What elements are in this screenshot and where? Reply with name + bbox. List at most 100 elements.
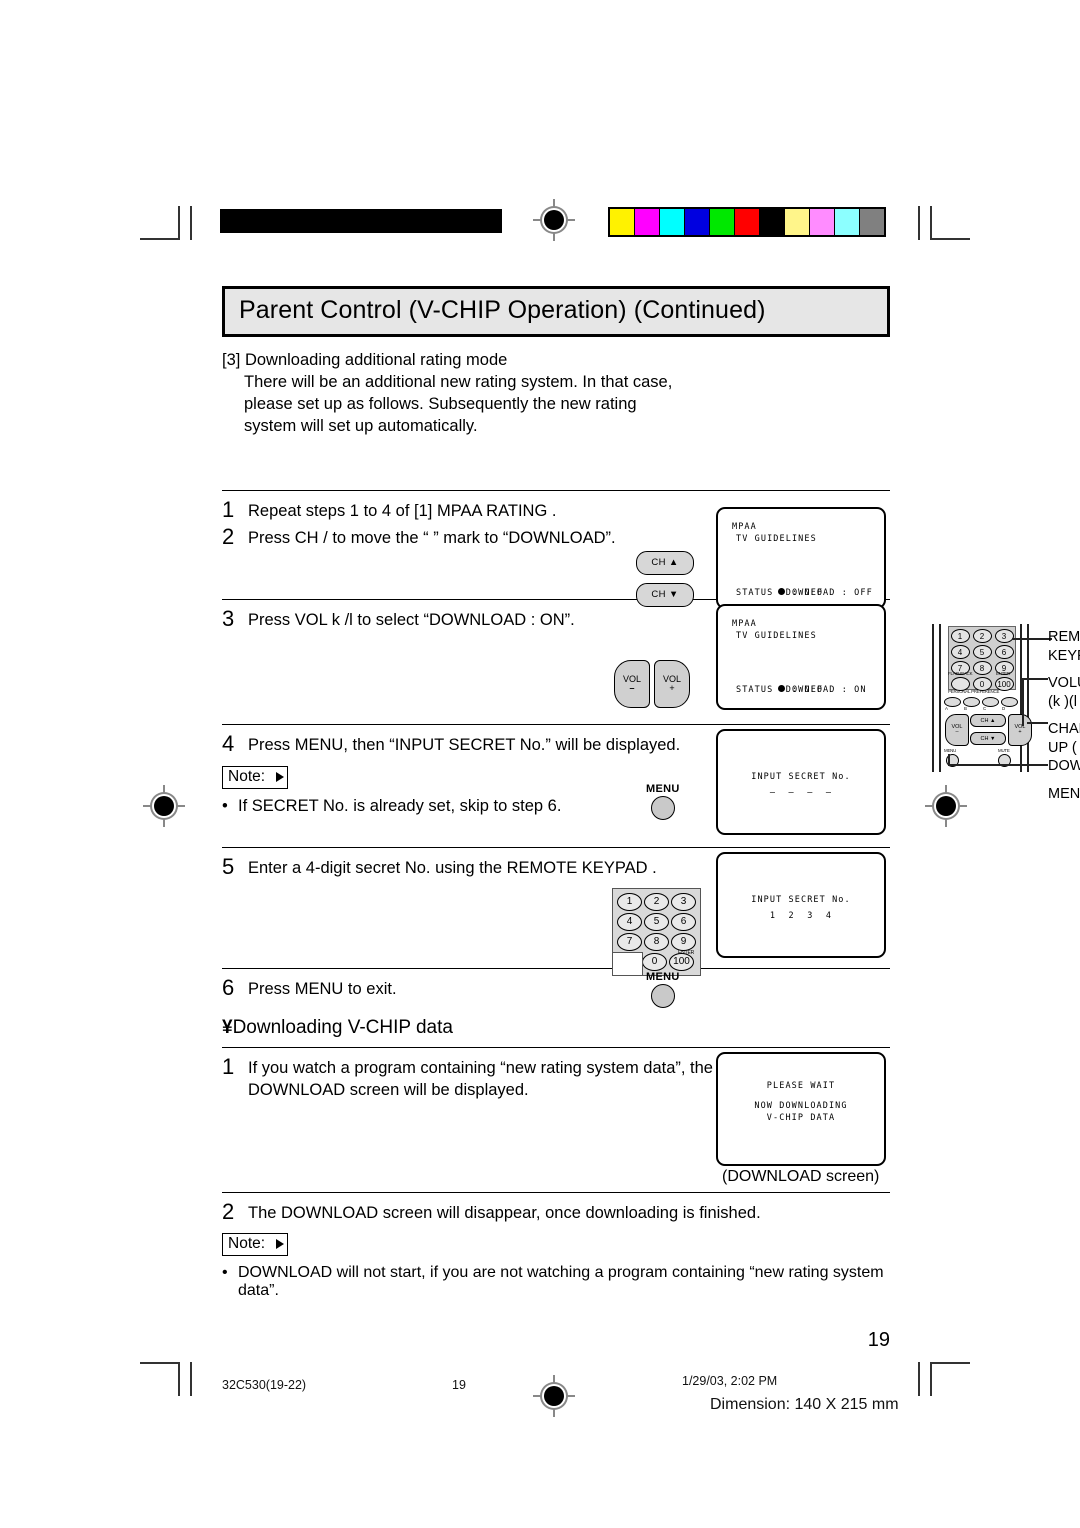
step-block-1-2: 1 Repeat steps 1 to 4 of [1] MPAA RATING… <box>222 491 890 609</box>
page-title: Parent Control (V-CHIP Operation) (Conti… <box>222 286 890 337</box>
step-block-3: 3 Press VOL k /l to select “DOWNLOAD : O… <box>222 600 890 724</box>
crop-mark-bottom-left <box>140 1360 192 1396</box>
note-badge-2: Note: <box>222 1232 289 1256</box>
remote-key-6[interactable]: 6 <box>994 645 1014 659</box>
color-swatch-4 <box>710 209 735 235</box>
intro-line-1: There will be an additional new rating s… <box>244 372 673 391</box>
step-number-3: 3 <box>222 605 235 631</box>
step-block-4: 4 Press MENU, then “INPUT SECRET No.” wi… <box>222 725 890 847</box>
step-block-5: 5 Enter a 4-digit secret No. using the R… <box>222 848 890 976</box>
label-volume: VOLUME <box>1048 675 1080 692</box>
note-bullet-2: • DOWNLOAD will not start, if you are no… <box>222 1264 890 1300</box>
registration-mark-right <box>925 785 967 827</box>
color-swatch-8 <box>810 209 835 235</box>
osd-screen-download-wait: PLEASE WAIT NOW DOWNLOADING V-CHIP DATA <box>716 1051 886 1166</box>
intro-line-3: system will set up automatically. <box>244 416 478 435</box>
step-block-6: 6 Press MENU to exit. MENU ¥Downloading … <box>222 969 890 1047</box>
black-density-bar <box>220 209 502 233</box>
osd2-line-tv-guidelines: TV GUIDELINES <box>736 630 817 641</box>
leader-line-volume <box>1022 678 1048 680</box>
substep-block-2: 2 The DOWNLOAD screen will disappear, on… <box>222 1193 890 1299</box>
color-calibration-bar <box>608 207 886 237</box>
pp-letter-c: C <box>983 706 986 711</box>
label-channel-down: DOWN ( ) <box>1048 758 1080 775</box>
substep-number-1: 1 <box>222 1053 235 1079</box>
remote-keypad-illustration: 1 2 3 4 5 6 7 8 9 0 100 ENTER <box>612 887 701 976</box>
menu-button-circle-6[interactable] <box>650 983 675 1008</box>
remote-key-4[interactable]: 4 <box>950 645 970 659</box>
osd5-line-please-wait: PLEASE WAIT <box>766 1080 836 1091</box>
intro-line-2: please set up as follows. Subsequently t… <box>244 394 637 413</box>
page-number: 19 <box>867 1329 890 1351</box>
vol-up-button[interactable]: VOL + <box>654 659 690 708</box>
osd2-line-status: STATUS : OFF <box>736 684 824 695</box>
leader-line-menu-v <box>948 754 950 765</box>
osd5-line-now-downloading: NOW DOWNLOADING <box>754 1100 848 1111</box>
substep-text-2: The DOWNLOAD screen will disappear, once… <box>248 1203 761 1222</box>
note-bullet-text-1: If SECRET No. is already set, skip to st… <box>238 796 562 815</box>
step-number-4: 4 <box>222 730 235 756</box>
footer-dimension: Dimension: 140 X 215 mm <box>710 1396 899 1413</box>
keypad-key-5[interactable]: 5 <box>644 912 669 931</box>
crop-mark-top-right <box>916 206 970 240</box>
personal-preference-group <box>944 694 1018 707</box>
leader-line-volume-v <box>1022 678 1024 726</box>
intro-heading: Downloading additional rating mode <box>244 351 508 369</box>
keypad-key-2[interactable]: 2 <box>644 892 669 911</box>
label-volume-keys: (k )(l ) <box>1048 693 1077 710</box>
remote-ch-down-button[interactable]: CH ▼ <box>970 732 1006 745</box>
registration-mark-bottom <box>533 1375 575 1417</box>
color-swatch-10 <box>860 209 884 235</box>
osd-line-mpaa: MPAA <box>732 521 757 532</box>
keypad-key-6[interactable]: 6 <box>671 912 696 931</box>
osd-screen-download-off: MPAA TV GUIDELINES DOWNLOAD : OFF STATUS… <box>716 506 886 609</box>
remote-key-8[interactable]: 8 <box>972 661 992 675</box>
remote-key-3[interactable]: 3 <box>994 629 1014 643</box>
substep-block-1: 1 If you watch a program containing “new… <box>222 1048 890 1192</box>
menu-button-step6[interactable]: MENU <box>646 971 680 1008</box>
menu-button-label-6: MENU <box>646 970 680 983</box>
keypad-key-3[interactable]: 3 <box>671 892 696 911</box>
pp-letter-b: B <box>964 706 967 711</box>
bullet-dot-2: • <box>222 1263 228 1281</box>
remote-key-2[interactable]: 2 <box>972 629 992 643</box>
osd3-line-title: INPUT SECRET No. <box>751 771 851 782</box>
color-swatch-1 <box>635 209 660 235</box>
vol-down-button[interactable]: VOL – <box>614 659 650 708</box>
remote-key-5[interactable]: 5 <box>972 645 992 659</box>
menu-button-label-4: MENU <box>646 782 680 795</box>
ch-up-button[interactable]: CH ▲ <box>636 550 694 575</box>
osd4-line-digits: 1 2 3 4 <box>769 910 833 921</box>
osd-screen-input-secret-filled: INPUT SECRET No. 1 2 3 4 <box>716 851 886 958</box>
remote-ch-up-button[interactable]: CH ▲ <box>970 714 1006 727</box>
bullet-dot-1: • <box>222 796 228 815</box>
remote-key-1[interactable]: 1 <box>950 629 970 643</box>
registration-mark-top <box>533 199 575 241</box>
remote-vol-up-button[interactable]: VOL + <box>1008 714 1032 746</box>
leader-line-menu <box>948 764 1048 766</box>
color-swatch-0 <box>610 209 635 235</box>
keypad-key-1[interactable]: 1 <box>617 892 642 911</box>
step-text-2: Press CH / to move the “ ” mark to “DOWN… <box>248 528 616 547</box>
color-swatch-6 <box>760 209 785 235</box>
leader-line-keypad <box>1012 638 1052 640</box>
osd-line-status: STATUS : OFF <box>736 587 824 598</box>
label-channel: CHANNEL <box>1048 721 1080 738</box>
pp-letter-d: D <box>1002 706 1005 711</box>
label-remote: REMOTE <box>1048 629 1080 645</box>
keypad-key-9[interactable]: 9 <box>671 932 696 951</box>
keypad-key-8[interactable]: 8 <box>644 932 669 951</box>
keypad-key-4[interactable]: 4 <box>617 912 642 931</box>
color-swatch-5 <box>735 209 760 235</box>
crop-mark-bottom-right <box>916 1360 970 1396</box>
menu-button-step4[interactable]: MENU <box>646 783 680 820</box>
osd-screen-input-secret-empty: INPUT SECRET No. – – – – <box>716 728 886 835</box>
note-arrow-icon <box>276 772 285 783</box>
menu-button-circle-4[interactable] <box>650 795 675 820</box>
intro-block: [3] Downloading additional rating mode T… <box>222 350 692 438</box>
note-label-2: Note: <box>228 1234 266 1252</box>
registration-mark-left <box>143 785 185 827</box>
step-text-4: Press MENU, then “INPUT SECRET No.” will… <box>248 735 681 754</box>
keypad-key-7[interactable]: 7 <box>617 932 642 951</box>
remote-vol-down-button[interactable]: VOL – <box>945 714 969 746</box>
